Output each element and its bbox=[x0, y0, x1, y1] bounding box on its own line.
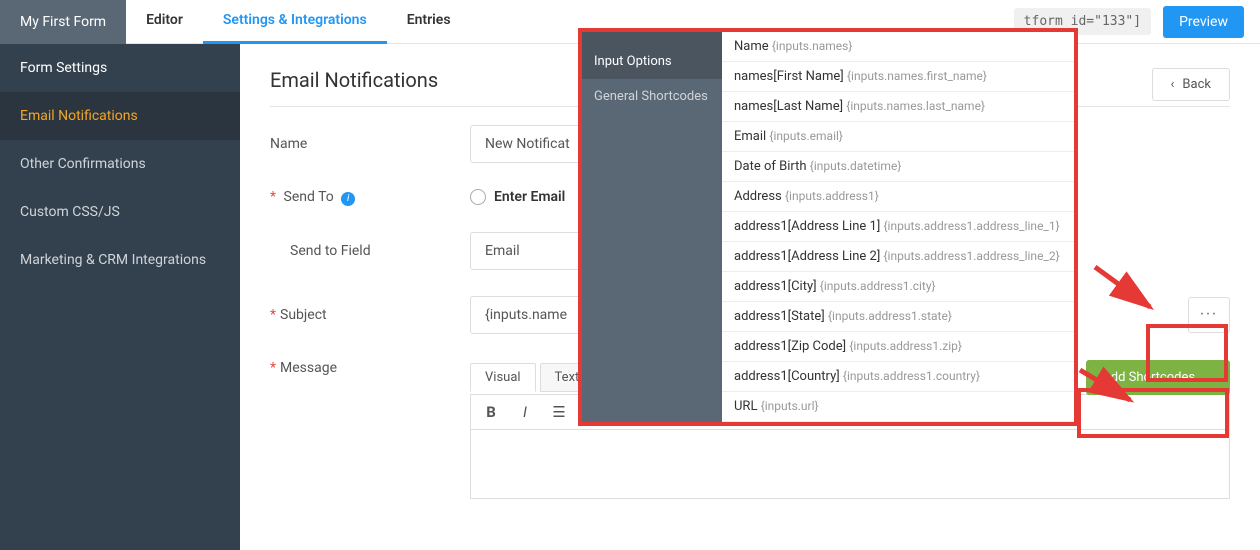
popup-row[interactable]: address1[Address Line 2] {inputs.address… bbox=[722, 242, 1074, 272]
popup-row-label: Date of Birth bbox=[734, 159, 807, 174]
popup-row-code: {inputs.datetime} bbox=[810, 159, 902, 173]
popup-row-label: address1[State] bbox=[734, 309, 825, 324]
popup-right: Name {inputs.names}names[First Name] {in… bbox=[722, 32, 1074, 422]
radio-icon bbox=[470, 189, 486, 205]
popup-row[interactable]: names[Last Name] {inputs.names.last_name… bbox=[722, 92, 1074, 122]
preview-button[interactable]: Preview bbox=[1163, 6, 1244, 38]
editor-tabs: Visual Text bbox=[470, 363, 594, 392]
popup-row-code: {inputs.names.first_name} bbox=[847, 69, 987, 83]
popup-left: Input Options General Shortcodes bbox=[582, 32, 722, 422]
name-label: Name bbox=[270, 136, 470, 152]
sidebar: Form Settings Email Notifications Other … bbox=[0, 44, 240, 550]
popup-row[interactable]: address1[Address Line 1] {inputs.address… bbox=[722, 212, 1074, 242]
ellipsis-button[interactable]: ··· bbox=[1188, 297, 1230, 333]
popup-row-code: {inputs.url} bbox=[761, 399, 819, 413]
popup-row-label: Name bbox=[734, 39, 769, 54]
back-label: Back bbox=[1182, 77, 1211, 92]
chevron-down-icon: ⌄ bbox=[1203, 370, 1214, 385]
popup-row[interactable]: address1[City] {inputs.address1.city} bbox=[722, 272, 1074, 302]
form-title: My First Form bbox=[0, 0, 126, 44]
message-label: Message bbox=[270, 360, 470, 376]
italic-icon[interactable]: I bbox=[515, 403, 535, 421]
sendto-field-label: Send to Field bbox=[290, 243, 470, 259]
tab-settings-integrations[interactable]: Settings & Integrations bbox=[203, 0, 387, 44]
subject-label: Subject bbox=[270, 307, 470, 323]
popup-row-code: {inputs.address1.address_line_2} bbox=[884, 249, 1060, 263]
popup-row-label: address1[Address Line 2] bbox=[734, 249, 880, 264]
popup-row[interactable]: address1[State] {inputs.address1.state} bbox=[722, 302, 1074, 332]
popup-tab-input-options[interactable]: Input Options bbox=[582, 44, 722, 79]
popup-row[interactable]: Name {inputs.names} bbox=[722, 32, 1074, 62]
popup-row[interactable]: URL {inputs.url} bbox=[722, 392, 1074, 422]
popup-row-label: Address bbox=[734, 189, 782, 204]
popup-row-code: {inputs.email} bbox=[769, 129, 843, 143]
sendto-label: Send To i bbox=[270, 189, 470, 206]
popup-row-code: {inputs.address1.state} bbox=[828, 309, 952, 323]
popup-row-label: URL bbox=[734, 399, 757, 414]
editor-tab-visual[interactable]: Visual bbox=[470, 363, 536, 392]
sidebar-item-other-confirmations[interactable]: Other Confirmations bbox=[0, 140, 240, 188]
popup-row[interactable]: address1[Country] {inputs.address1.count… bbox=[722, 362, 1074, 392]
info-icon[interactable]: i bbox=[341, 192, 355, 206]
topbar-tabs: Editor Settings & Integrations Entries bbox=[126, 0, 470, 44]
chevron-left-icon: ‹ bbox=[1171, 77, 1175, 92]
bold-icon[interactable]: B bbox=[481, 403, 501, 421]
sendto-radio-wrap[interactable]: Enter Email bbox=[470, 189, 565, 205]
popup-row-code: {inputs.names.last_name} bbox=[846, 99, 985, 113]
popup-row[interactable]: Address {inputs.address1} bbox=[722, 182, 1074, 212]
popup-row[interactable]: names[First Name] {inputs.names.first_na… bbox=[722, 62, 1074, 92]
popup-row-label: address1[Zip Code] bbox=[734, 339, 846, 354]
sidebar-item-form-settings[interactable]: Form Settings bbox=[0, 44, 240, 92]
popup-row[interactable]: address1[Zip Code] {inputs.address1.zip} bbox=[722, 332, 1074, 362]
popup-row-code: {inputs.address1} bbox=[785, 189, 879, 203]
popup-row-code: {inputs.address1.zip} bbox=[849, 339, 962, 353]
popup-row[interactable]: Date of Birth {inputs.datetime} bbox=[722, 152, 1074, 182]
popup-row-code: {inputs.address1.city} bbox=[820, 279, 936, 293]
sidebar-item-email-notifications[interactable]: Email Notifications bbox=[0, 92, 240, 140]
popup-row-label: address1[City] bbox=[734, 279, 817, 294]
back-button[interactable]: ‹ Back bbox=[1152, 68, 1230, 101]
list-ul-icon[interactable]: ☰ bbox=[549, 403, 569, 421]
sendto-label-text: Send To bbox=[284, 189, 334, 205]
popup-row-code: {inputs.names} bbox=[772, 39, 853, 53]
popup-row-code: {inputs.address1.country} bbox=[843, 369, 980, 383]
popup-row-label: address1[Address Line 1] bbox=[734, 219, 880, 234]
popup-row[interactable]: Email {inputs.email} bbox=[722, 122, 1074, 152]
tab-entries[interactable]: Entries bbox=[387, 0, 471, 44]
tab-editor[interactable]: Editor bbox=[126, 0, 203, 44]
sendto-radio-label: Enter Email bbox=[494, 189, 565, 205]
add-shortcodes-button[interactable]: Add Shortcodes ⌄ bbox=[1086, 360, 1230, 395]
popup-row-label: address1[Country] bbox=[734, 369, 840, 384]
add-shortcodes-label: Add Shortcodes bbox=[1102, 370, 1195, 385]
editor-body[interactable] bbox=[470, 429, 1230, 499]
popup-row-label: names[Last Name] bbox=[734, 99, 843, 114]
popup-row-code: {inputs.address1.address_line_1} bbox=[884, 219, 1060, 233]
shortcodes-popup: Input Options General Shortcodes Name {i… bbox=[578, 28, 1078, 426]
popup-tab-general-shortcodes[interactable]: General Shortcodes bbox=[582, 79, 722, 114]
popup-row-label: Email bbox=[734, 129, 766, 144]
sidebar-item-custom-css-js[interactable]: Custom CSS/JS bbox=[0, 188, 240, 236]
popup-row-label: names[First Name] bbox=[734, 69, 844, 84]
sidebar-item-marketing-crm[interactable]: Marketing & CRM Integrations bbox=[0, 236, 240, 284]
